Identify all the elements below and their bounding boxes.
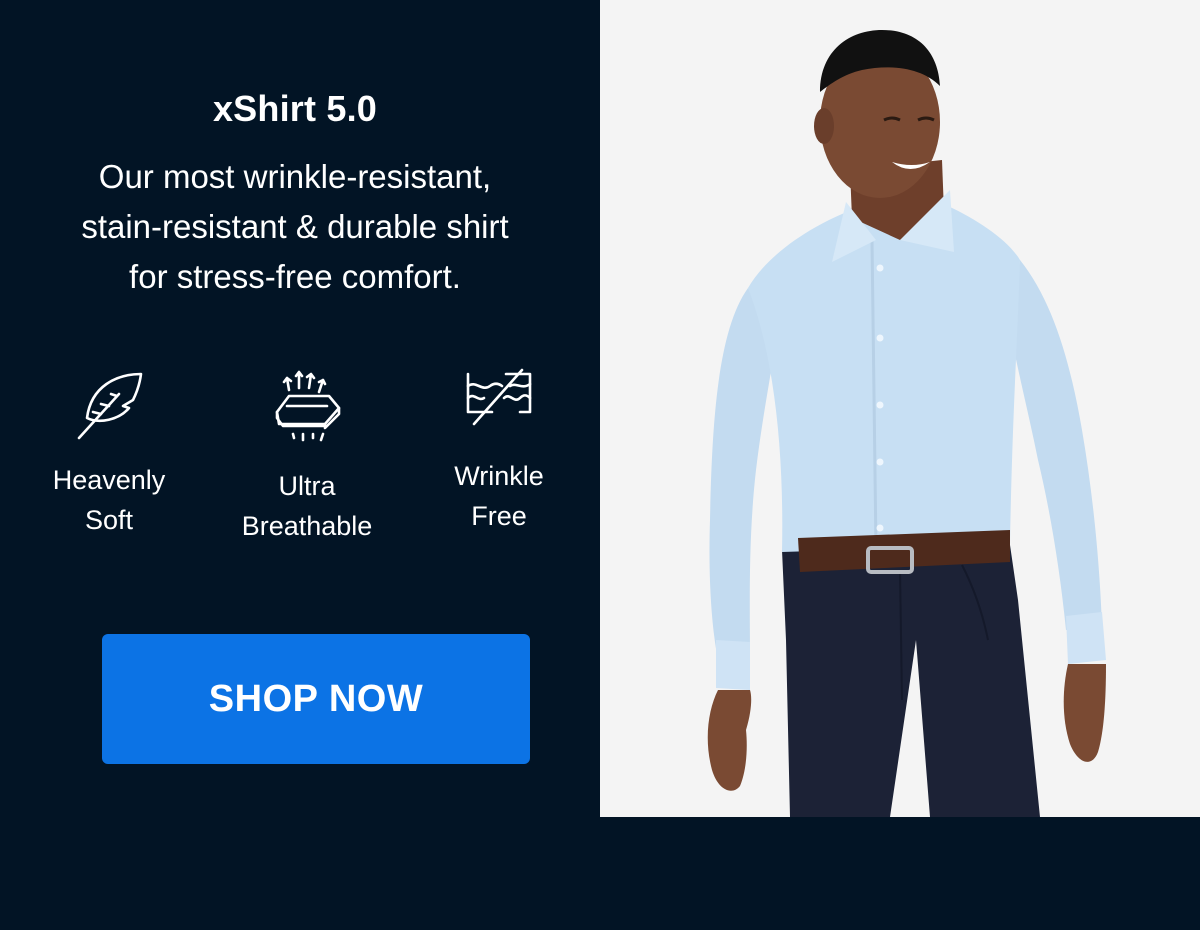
feature-ultra-breathable: Ultra Breathable: [220, 366, 394, 546]
feature-label: Wrinkle Free: [430, 456, 568, 536]
product-title: xShirt 5.0: [212, 88, 378, 129]
promo-panel: xShirt 5.0 Our most wrinkle-resistant, s…: [0, 0, 600, 930]
feather-icon: [77, 372, 143, 440]
breathable-fabric-icon: [275, 370, 341, 442]
feature-label-line: Breathable: [241, 511, 373, 541]
product-description: Our most wrinkle-resistant, stain-resist…: [0, 152, 590, 302]
feature-label: Heavenly Soft: [34, 460, 184, 540]
feature-label-line: Ultra: [278, 471, 336, 501]
wrinkle-free-icon: [466, 368, 532, 426]
description-line: Our most wrinkle-resistant,: [98, 158, 492, 195]
model-illustration: [707, 30, 1106, 817]
feature-label-line: Heavenly: [52, 465, 166, 495]
feature-wrinkle-free: Wrinkle Free: [430, 366, 568, 536]
description-line: stain-resistant & durable shirt: [81, 208, 509, 245]
feature-label-line: Free: [471, 501, 527, 531]
feature-label: Ultra Breathable: [220, 466, 394, 546]
feature-label-line: Wrinkle: [454, 461, 544, 491]
feature-label-line: Soft: [84, 505, 134, 535]
shop-now-button[interactable]: SHOP NOW: [102, 634, 530, 764]
feature-heavenly-soft: Heavenly Soft: [34, 368, 184, 540]
description-line: for stress-free comfort.: [129, 258, 461, 295]
product-photo: [600, 0, 1200, 817]
